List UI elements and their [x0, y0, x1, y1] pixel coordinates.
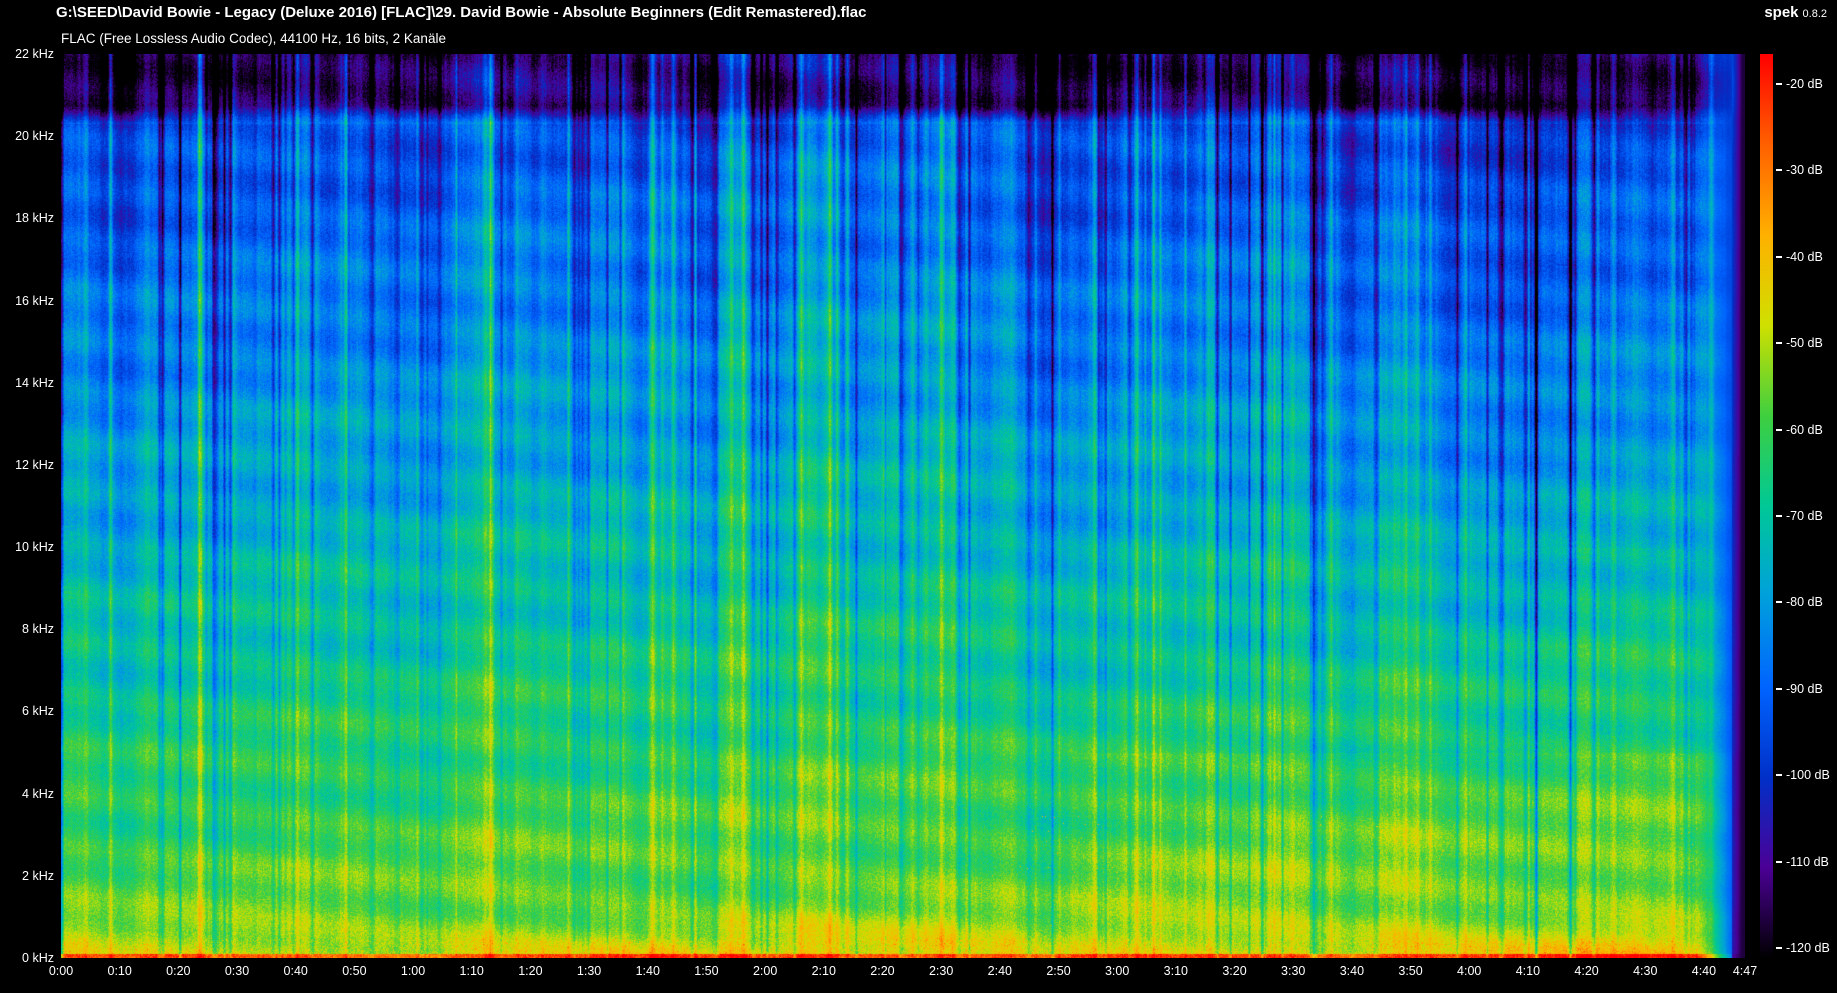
frequency-tick-label: 6 kHz [22, 704, 54, 719]
db-colorbar [1760, 54, 1773, 958]
frequency-tick-label: 8 kHz [22, 622, 54, 637]
db-tick-label: -50 dB [1786, 336, 1823, 351]
frequency-tick-label: 10 kHz [15, 540, 54, 555]
time-tick-label: 0:50 [342, 964, 367, 978]
time-tick-label: 3:20 [1222, 964, 1247, 978]
db-tick-label: -60 dB [1786, 422, 1823, 437]
spectrogram-plot [61, 54, 1745, 958]
db-tick-label: -110 dB [1786, 854, 1829, 869]
time-tick-label: 2:40 [987, 964, 1012, 978]
time-tick-label: 2:50 [1046, 964, 1071, 978]
time-tick-label: 1:50 [694, 964, 719, 978]
db-tick-label: -120 dB [1786, 941, 1830, 955]
time-tick-label: 3:00 [1104, 964, 1130, 978]
spek-window: G:\SEED\David Bowie - Legacy (Deluxe 201… [0, 0, 1837, 993]
time-tick-label: 0:30 [224, 964, 250, 978]
db-tick-mark [1776, 428, 1782, 431]
db-tick-label: -90 dB [1786, 681, 1823, 696]
db-tick-mark [1776, 687, 1782, 690]
frequency-tick-label: 18 kHz [15, 211, 54, 226]
time-tick-label: 3:50 [1398, 964, 1423, 978]
time-tick-label: 0:20 [166, 964, 191, 978]
db-tick-mark [1776, 601, 1782, 604]
app-version: 0.8.2 [1802, 8, 1827, 20]
time-tick-label: 2:10 [811, 964, 836, 978]
db-tick-label: -20 dB [1786, 77, 1823, 91]
time-tick-label: 3:30 [1281, 964, 1306, 978]
time-tick-label: 4:00 [1457, 964, 1482, 978]
db-tick-label: -40 dB [1786, 249, 1823, 264]
time-tick-label: 3:10 [1163, 964, 1188, 978]
db-tick-mark [1776, 947, 1782, 949]
time-tick-label: 4:20 [1574, 964, 1599, 978]
frequency-tick-label: 14 kHz [15, 375, 54, 390]
audio-info-subtitle: FLAC (Free Lossless Audio Codec), 44100 … [61, 31, 446, 46]
db-tick-label: -80 dB [1786, 595, 1823, 610]
time-tick-label: 4:30 [1633, 964, 1658, 978]
time-tick-label: 1:40 [635, 964, 660, 978]
frequency-tick-label: 0 kHz [22, 951, 54, 965]
db-tick-label: -100 dB [1786, 768, 1830, 783]
time-tick-label: 3:40 [1339, 964, 1365, 978]
db-tick-mark [1776, 515, 1782, 517]
time-tick-label: 0:40 [283, 964, 308, 978]
time-tick-label: 0:10 [107, 964, 132, 978]
frequency-tick-label: 2 kHz [22, 868, 54, 883]
db-tick-mark [1776, 169, 1782, 172]
db-tick-mark [1776, 83, 1782, 85]
db-tick-mark [1776, 774, 1782, 777]
app-name: spek [1764, 4, 1799, 21]
db-tick-label: -70 dB [1786, 509, 1823, 523]
time-tick-label: 1:00 [400, 964, 426, 978]
time-tick-label: 2:30 [928, 964, 954, 978]
time-tick-label: 1:10 [459, 964, 484, 978]
file-path-title: G:\SEED\David Bowie - Legacy (Deluxe 201… [56, 4, 867, 21]
db-tick-label: -30 dB [1786, 163, 1823, 178]
time-tick-label: 0:00 [48, 964, 74, 978]
time-tick-label: 1:20 [518, 964, 543, 978]
frequency-tick-label: 12 kHz [15, 457, 54, 472]
db-tick-mark [1776, 860, 1782, 863]
frequency-tick-label: 4 kHz [22, 786, 54, 801]
frequency-tick-label: 20 kHz [15, 129, 54, 144]
time-tick-label: 2:20 [870, 964, 895, 978]
frequency-tick-label: 22 kHz [15, 47, 54, 61]
db-tick-mark [1776, 255, 1782, 258]
time-tick-label: 4:47 [1732, 964, 1758, 978]
app-brand: spek 0.8.2 [1764, 4, 1827, 22]
time-tick-label: 1:30 [576, 964, 602, 978]
time-tick-label: 4:40 [1691, 964, 1717, 978]
frequency-tick-label: 16 kHz [15, 293, 54, 308]
time-tick-label: 2:00 [752, 964, 778, 978]
time-tick-label: 4:10 [1515, 964, 1541, 978]
db-tick-mark [1776, 342, 1782, 345]
spectrogram-canvas [61, 54, 1745, 958]
